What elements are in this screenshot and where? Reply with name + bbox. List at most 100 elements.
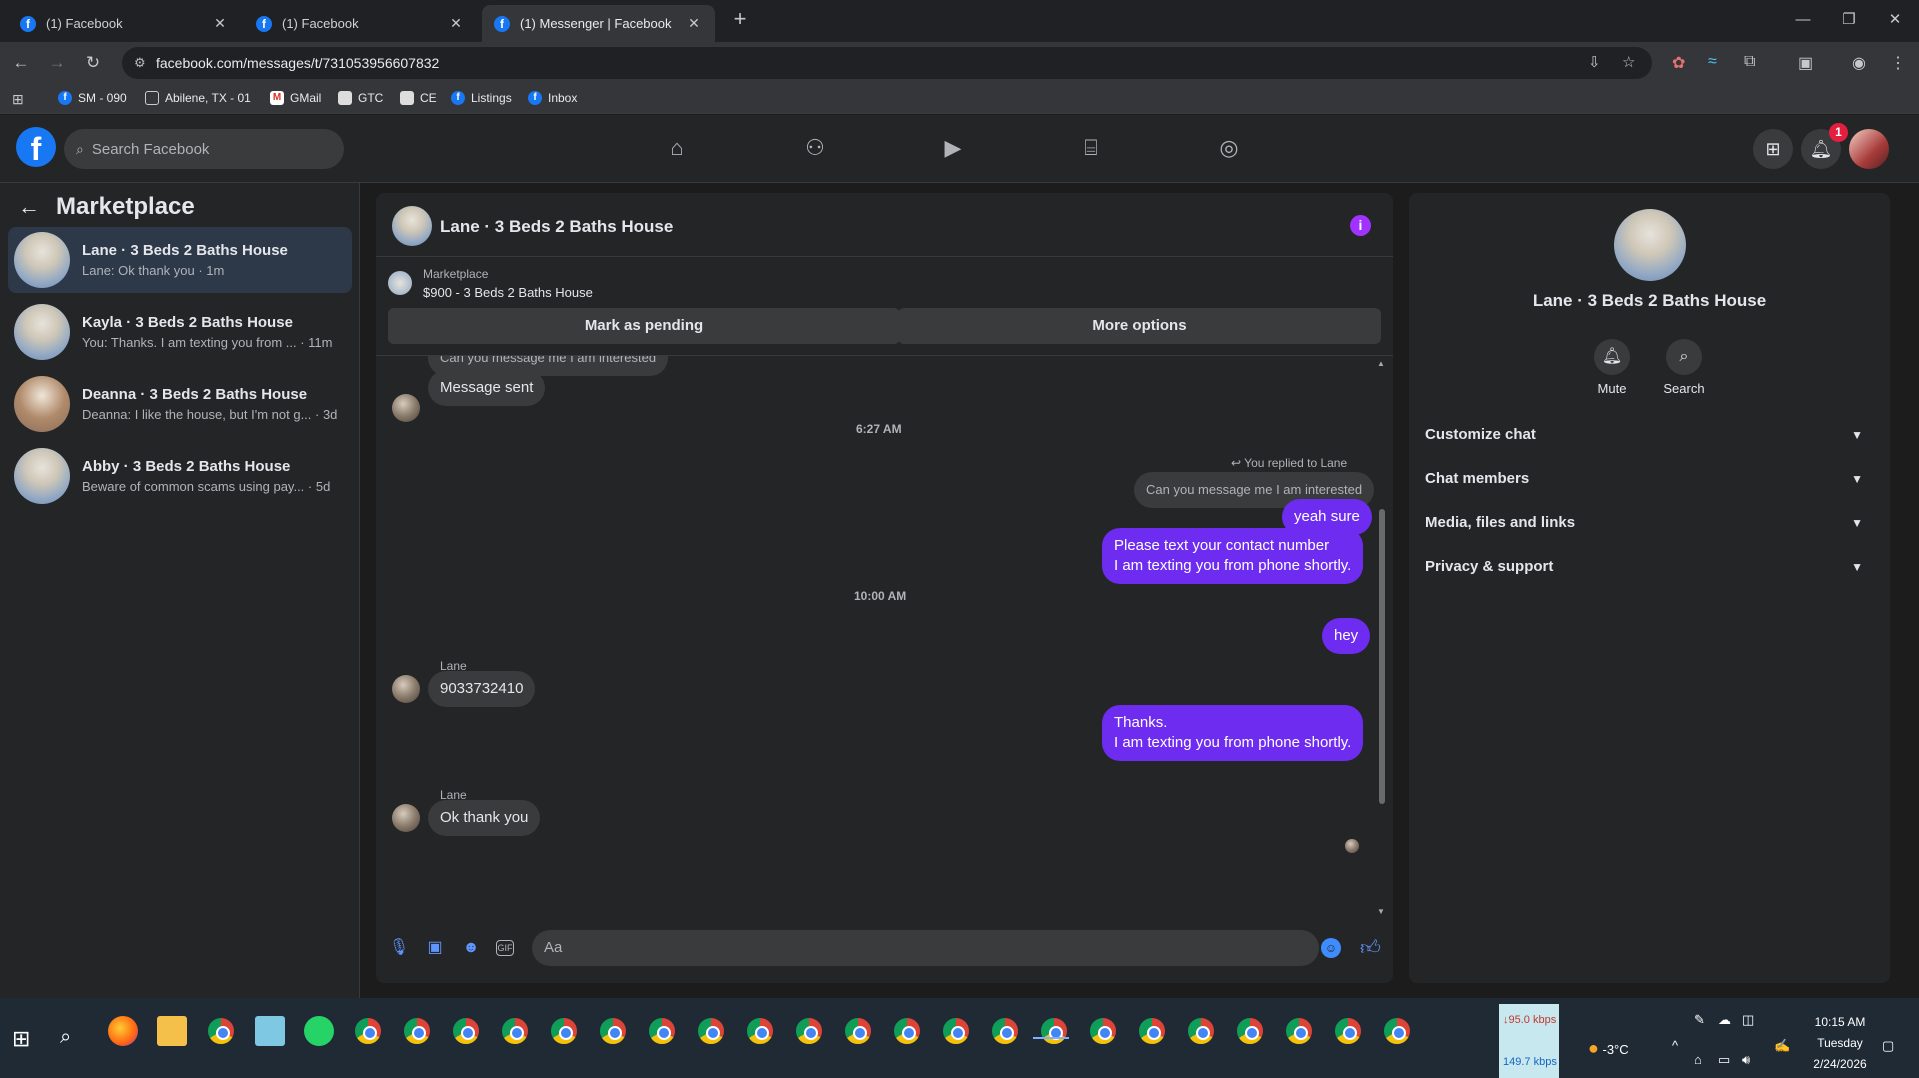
system-clock[interactable]: 10:15 AM Tuesday 2/24/2026: [1800, 1012, 1880, 1075]
restore-window-icon[interactable]: ❐: [1826, 0, 1872, 42]
groups-icon[interactable]: ◎: [1214, 135, 1244, 165]
address-bar[interactable]: ⚙ facebook.com/messages/t/73105395660783…: [122, 47, 1652, 79]
bookmark-item[interactable]: CE: [400, 91, 437, 105]
customize-chat-section[interactable]: Customize chat ▼: [1425, 417, 1875, 453]
privacy-support-section[interactable]: Privacy & support ▼: [1425, 549, 1875, 585]
conversation-item[interactable]: Deanna · 3 Beds 2 Baths House Deanna: I …: [8, 371, 352, 437]
info-icon[interactable]: i: [1350, 215, 1371, 236]
sender-avatar[interactable]: [392, 394, 420, 422]
bookmark-star-icon[interactable]: ☆: [1622, 53, 1635, 71]
file-explorer-icon[interactable]: [157, 1016, 187, 1046]
search-icon[interactable]: ⌕: [60, 1026, 71, 1049]
close-window-icon[interactable]: ✕: [1872, 0, 1918, 42]
thumbs-up-icon[interactable]: 👍︎: [1360, 936, 1381, 960]
chrome-profile-icon[interactable]: [598, 1016, 628, 1046]
chrome-icon[interactable]: [206, 1016, 236, 1046]
onedrive-cloud-icon[interactable]: ☁: [1718, 1012, 1731, 1028]
notepad-icon[interactable]: [255, 1016, 285, 1046]
close-tab-icon[interactable]: ✕: [447, 15, 465, 32]
pen-menu-icon[interactable]: ✍: [1774, 1038, 1790, 1054]
back-arrow-icon[interactable]: ←: [18, 194, 40, 220]
chrome-profile-icon[interactable]: [451, 1016, 481, 1046]
chrome-profile-icon[interactable]: [1382, 1016, 1412, 1046]
message-scrollbar[interactable]: ▲ ▼: [1376, 359, 1388, 917]
apps-grid-icon[interactable]: ⊞: [12, 91, 24, 108]
weather-widget[interactable]: ● -3°C: [1588, 1038, 1629, 1059]
bookmark-item[interactable]: M GMail: [270, 91, 321, 105]
message-bubble[interactable]: Message sent: [428, 370, 546, 406]
chrome-profile-icon[interactable]: [353, 1016, 383, 1046]
account-avatar[interactable]: [1849, 129, 1889, 169]
sticker-icon[interactable]: ☻: [460, 937, 482, 959]
chrome-profile-icon[interactable]: [549, 1016, 579, 1046]
browser-tab[interactable]: f (1) Facebook ✕: [8, 5, 241, 42]
chrome-profile-icon[interactable]: [647, 1016, 677, 1046]
chrome-profile-icon[interactable]: [843, 1016, 873, 1046]
volume-icon[interactable]: 🔊︎: [1742, 1052, 1750, 1068]
chrome-profile-icon[interactable]: [1284, 1016, 1314, 1046]
chat-title[interactable]: Lane · 3 Beds 2 Baths House: [440, 217, 673, 237]
facebook-search-input[interactable]: ⌕ Search Facebook: [64, 129, 344, 169]
back-icon[interactable]: ←: [8, 50, 34, 76]
forward-icon[interactable]: →: [44, 50, 70, 76]
profile-icon[interactable]: ◉: [1852, 53, 1866, 73]
conversation-item[interactable]: Kayla · 3 Beds 2 Baths House You: Thanks…: [8, 299, 352, 365]
scroll-up-icon[interactable]: ▲: [1377, 359, 1385, 368]
show-hidden-icons-icon[interactable]: ^: [1672, 1038, 1678, 1053]
message-bubble-sent[interactable]: Thanks. I am texting you from phone shor…: [1102, 705, 1364, 761]
close-tab-icon[interactable]: ✕: [685, 15, 703, 32]
bookmark-item[interactable]: Abilene, TX - 01: [145, 91, 251, 105]
extension-icon[interactable]: ✿: [1672, 53, 1685, 73]
message-bubble-sent[interactable]: Please text your contact number I am tex…: [1102, 528, 1364, 584]
chrome-profile-icon[interactable]: [402, 1016, 432, 1046]
browser-tab-active[interactable]: f (1) Messenger | Facebook ✕: [482, 5, 715, 42]
message-input[interactable]: Aa: [532, 930, 1319, 966]
chrome-profile-icon[interactable]: [990, 1016, 1020, 1046]
chrome-profile-icon[interactable]: [1039, 1016, 1069, 1046]
network-icon[interactable]: ⌂: [1694, 1052, 1702, 1067]
media-files-links-section[interactable]: Media, files and links ▼: [1425, 505, 1875, 541]
extensions-puzzle-icon[interactable]: ⧉: [1744, 53, 1755, 71]
chrome-profile-icon[interactable]: [941, 1016, 971, 1046]
bookmark-item[interactable]: GTC: [338, 91, 383, 105]
windows-start-icon[interactable]: ⊞: [12, 1026, 30, 1052]
gif-icon[interactable]: GIF: [496, 940, 514, 956]
friends-icon[interactable]: ⚇: [800, 135, 830, 165]
more-options-button[interactable]: More options: [898, 308, 1381, 344]
home-icon[interactable]: ⌂: [662, 135, 692, 165]
mute-button[interactable]: 🔔︎ Mute: [1577, 339, 1647, 396]
scrollbar-thumb[interactable]: [1379, 509, 1385, 804]
bookmark-item[interactable]: f Listings: [451, 91, 512, 105]
chrome-profile-icon[interactable]: [1235, 1016, 1265, 1046]
search-button[interactable]: ⌕ Search: [1649, 339, 1719, 396]
side-panel-icon[interactable]: ▣: [1798, 53, 1813, 73]
conversation-item[interactable]: Abby · 3 Beds 2 Baths House Beware of co…: [8, 443, 352, 509]
menu-grid-icon[interactable]: ⊞: [1753, 129, 1793, 169]
close-tab-icon[interactable]: ✕: [211, 15, 229, 32]
new-tab-button[interactable]: +: [726, 6, 754, 34]
chrome-profile-icon[interactable]: [1137, 1016, 1167, 1046]
install-app-icon[interactable]: ⇩: [1588, 53, 1601, 71]
scroll-down-icon[interactable]: ▼: [1377, 907, 1385, 916]
facebook-logo-icon[interactable]: f: [16, 127, 56, 167]
extension-icon[interactable]: ≈: [1708, 53, 1717, 71]
chrome-profile-icon[interactable]: [745, 1016, 775, 1046]
pen-icon[interactable]: ✎: [1694, 1012, 1705, 1028]
video-icon[interactable]: ▶: [938, 135, 968, 165]
photo-icon[interactable]: ▣: [424, 937, 446, 959]
reload-icon[interactable]: ↻: [80, 50, 106, 76]
chat-avatar[interactable]: [392, 206, 432, 246]
display-icon[interactable]: ▭: [1718, 1052, 1730, 1068]
mark-as-pending-button[interactable]: Mark as pending: [388, 308, 900, 344]
message-bubble[interactable]: 9033732410: [428, 671, 536, 707]
browser-tab[interactable]: f (1) Facebook ✕: [244, 5, 477, 42]
chat-profile-picture[interactable]: [1614, 209, 1686, 281]
chrome-profile-icon[interactable]: [794, 1016, 824, 1046]
emoji-icon[interactable]: ☺: [1321, 938, 1341, 958]
message-bubble-sent[interactable]: hey: [1322, 618, 1371, 654]
chrome-profile-icon[interactable]: [1088, 1016, 1118, 1046]
chrome-profile-icon[interactable]: [1333, 1016, 1363, 1046]
minimize-window-icon[interactable]: —: [1780, 0, 1826, 42]
message-list[interactable]: Can you message me I am interested Messa…: [376, 355, 1393, 920]
whatsapp-icon[interactable]: [304, 1016, 334, 1046]
